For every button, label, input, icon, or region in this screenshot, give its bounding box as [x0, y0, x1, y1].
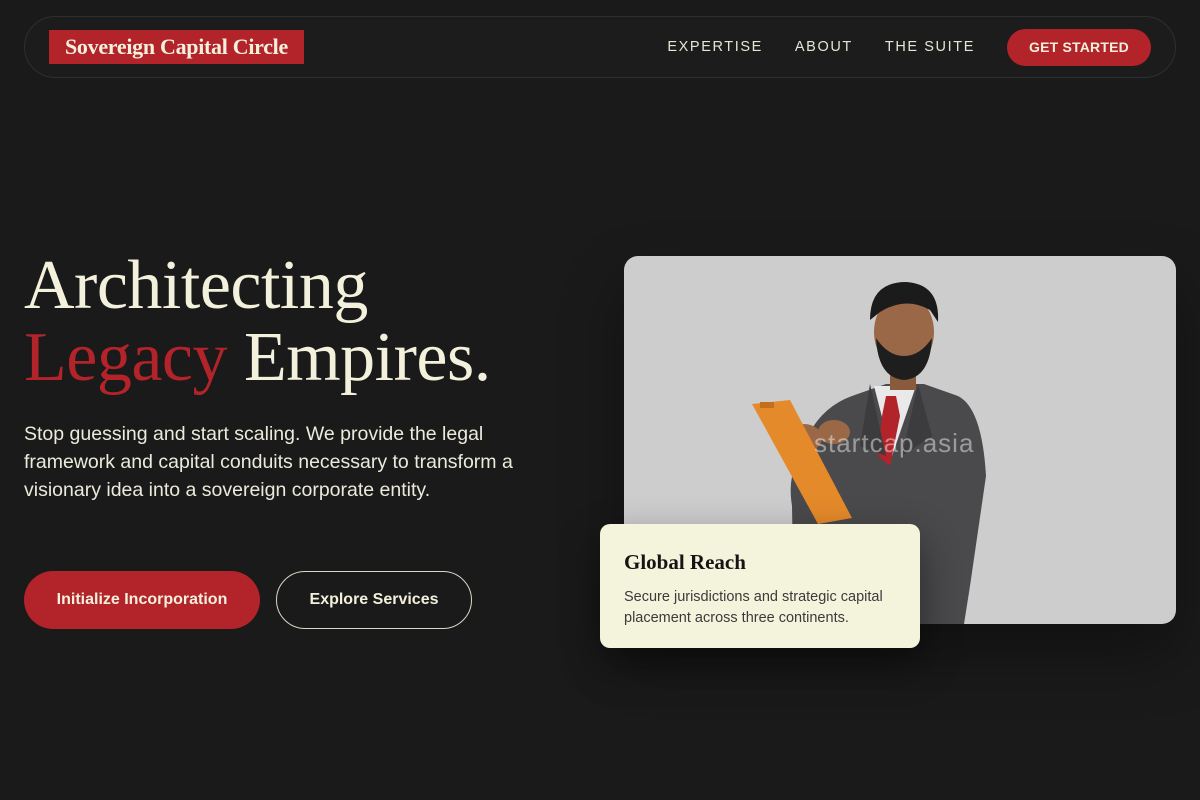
nav-menu: EXPERTISE ABOUT THE SUITE GET STARTED — [667, 28, 1151, 66]
hero-title-accent: Legacy — [24, 319, 227, 396]
top-nav: Sovereign Capital Circle EXPERTISE ABOUT… — [24, 16, 1176, 78]
hero-subtitle: Stop guessing and start scaling. We prov… — [24, 423, 513, 501]
get-started-button[interactable]: GET STARTED — [1007, 28, 1151, 66]
hero-title: Architecting Legacy Empires. — [24, 250, 584, 394]
explore-services-button[interactable]: Explore Services — [276, 571, 472, 629]
info-card-text: Secure jurisdictions and strategic capit… — [624, 589, 883, 626]
nav-link-about[interactable]: ABOUT — [795, 39, 853, 55]
hero-title-rest: Empires. — [226, 319, 491, 396]
brand-logo[interactable]: Sovereign Capital Circle — [49, 30, 304, 64]
initialize-incorporation-button[interactable]: Initialize Incorporation — [24, 571, 260, 629]
hero-title-line1: Architecting — [24, 247, 368, 324]
nav-link-the-suite[interactable]: THE SUITE — [885, 39, 975, 55]
nav-link-expertise[interactable]: EXPERTISE — [667, 39, 763, 55]
global-reach-card: Global Reach Secure jurisdictions and st… — [600, 524, 920, 648]
info-card-title: Global Reach — [624, 550, 746, 574]
photo-watermark: startcap.asia — [814, 428, 975, 458]
